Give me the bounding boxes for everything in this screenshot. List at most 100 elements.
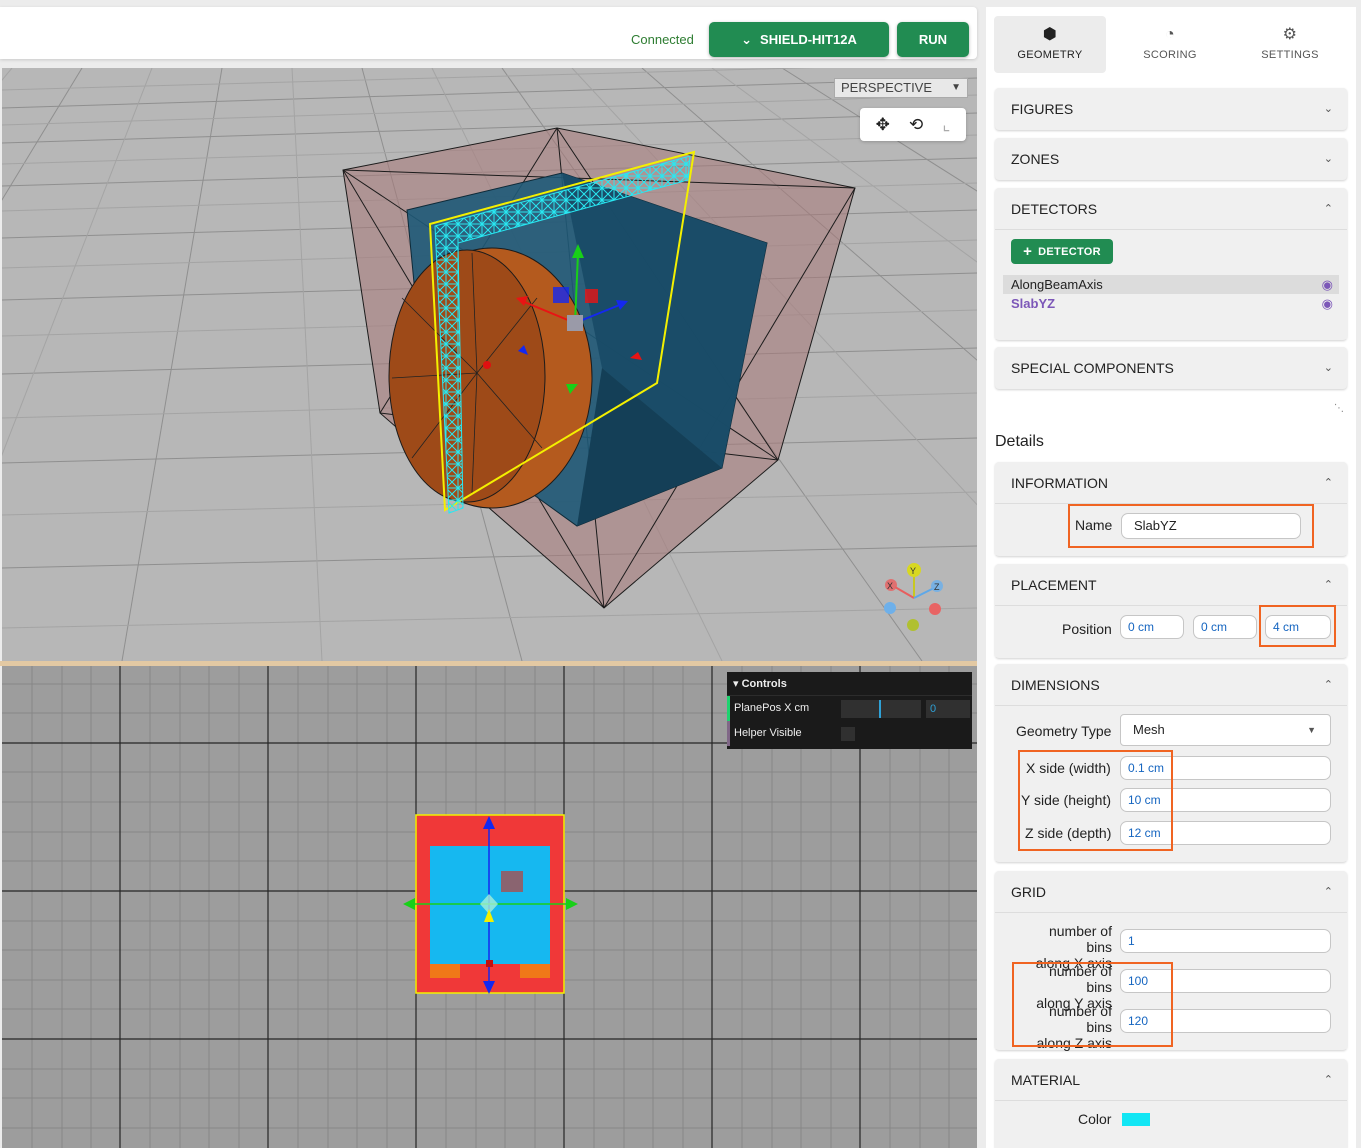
color-label: Color [1078,1111,1112,1127]
plane-pos-label: PlanePos X cm [734,702,810,714]
dimensions-header[interactable]: DIMENSIONS ⌃ [995,664,1347,706]
section-title: INFORMATION [1011,475,1108,491]
zones-section: ZONES ⌄ [995,138,1347,180]
highlight-box [1068,504,1314,548]
section-title: MATERIAL [1011,1072,1080,1088]
detectors-header[interactable]: DETECTORS ⌃ [995,188,1347,230]
chevron-down-icon: ▼ [951,82,961,93]
placement-header[interactable]: PLACEMENT ⌃ [995,564,1347,606]
section-title: SPECIAL COMPONENTS [1011,360,1174,376]
tab-label: SCORING [1143,49,1197,61]
rotate-icon[interactable]: ⟲ [909,115,923,135]
run-button[interactable]: RUN [897,22,969,57]
crop-scale-icon[interactable]: ⌞ [942,115,950,135]
chevron-down-icon: ⌄ [1323,153,1333,165]
sidebar-tabs: ⬢ GEOMETRY ◔ SCORING ⚙ SETTINGS [994,16,1348,73]
position-x-input[interactable]: 0 cm [1120,615,1184,639]
gear-icon: ⚙ [1282,26,1298,43]
figures-header[interactable]: FIGURES ⌄ [995,88,1347,130]
detectors-section: DETECTORS ⌃ + DETECTOR AlongBeamAxis ◉ S… [995,188,1347,340]
highlight-box [1018,750,1173,851]
right-sidebar: ⬢ GEOMETRY ◔ SCORING ⚙ SETTINGS FIGURES … [986,7,1356,1148]
chevron-down-icon: ⌄ [1323,362,1333,374]
controls-panel: ▾ Controls PlanePos X cm 0 Helper Visibl… [727,672,972,749]
bins-x-input[interactable]: 1 [1120,929,1331,953]
section-title: PLACEMENT [1011,577,1097,593]
material-section: MATERIAL ⌃ Color [995,1059,1347,1148]
plane-pos-input[interactable]: 0 [926,700,970,718]
camera-mode-select[interactable]: PERSPECTIVE ▼ [834,78,968,98]
eye-icon[interactable]: ◉ [1322,294,1333,313]
chevron-up-icon: ⌃ [1323,886,1333,898]
highlight-box [1012,962,1173,1047]
add-detector-button[interactable]: + DETECTOR [1011,239,1113,264]
chevron-up-icon: ⌃ [1323,477,1333,489]
details-title: Details [995,433,1044,450]
caret-down-icon: ▼ [1307,725,1316,735]
grid-header[interactable]: GRID ⌃ [995,871,1347,913]
position-label: Position [1062,621,1112,637]
move-icon[interactable]: ✥ [876,115,890,135]
information-body: Name SlabYZ [995,504,1347,555]
connection-status: Connected [631,32,694,47]
transform-toolbar: ✥ ⟲ ⌞ [860,108,966,141]
eye-icon[interactable]: ◉ [1322,275,1333,294]
detectors-body: + DETECTOR AlongBeamAxis ◉ SlabYZ ◉ [995,230,1347,339]
slider-knob[interactable] [879,700,881,718]
plus-icon: + [1023,243,1033,260]
helper-visible-label: Helper Visible [734,727,802,739]
special-components-section: SPECIAL COMPONENTS ⌄ [995,347,1347,389]
resize-handle-icon[interactable]: ⋱ [1334,403,1344,414]
controls-title: Controls [741,678,787,690]
color-swatch[interactable] [1122,1113,1150,1126]
highlight-box [1259,605,1336,647]
axis-y-label: Y [910,566,916,576]
chevron-up-icon: ⌃ [1323,679,1333,691]
geometry-type-label: Geometry Type [1016,723,1112,739]
grid-body: number of bins along X axis 1 number of … [995,913,1347,1051]
viewport-3d[interactable]: Y X Z PERSPECTIVE ▼ ✥ ⟲ ⌞ [2,68,977,661]
slab-2d-view [403,814,578,994]
detector-name: SlabYZ [1011,296,1056,311]
dimensions-body: Geometry Type Mesh ▼ X side (width) 0.1 … [995,706,1347,861]
detector-item[interactable]: AlongBeamAxis ◉ [1003,275,1339,294]
plane-pos-slider[interactable] [841,700,921,718]
detector-item[interactable]: SlabYZ ◉ [1003,294,1339,313]
helper-visible-row: Helper Visible [727,721,972,746]
helper-visible-checkbox[interactable] [841,727,855,741]
geometry-type-value: Mesh [1133,722,1165,737]
camera-mode-value: PERSPECTIVE [841,80,933,95]
information-header[interactable]: INFORMATION ⌃ [995,462,1347,504]
information-section: INFORMATION ⌃ Name SlabYZ [995,462,1347,556]
placement-body: Position 0 cm 0 cm 4 cm [995,605,1347,657]
bins-x-label-line1: number of bins [1048,923,1112,955]
material-body: Color [995,1101,1347,1148]
controls-header[interactable]: ▾ Controls [727,672,972,696]
top-bar: Connected ⌄ SHIELD-HIT12A RUN [0,7,977,59]
add-detector-label: DETECTOR [1038,245,1101,258]
geometry-type-select[interactable]: Mesh ▼ [1120,714,1331,746]
zones-header[interactable]: ZONES ⌄ [995,138,1347,180]
speedometer-icon: ◔ [1165,26,1175,43]
tab-geometry[interactable]: ⬢ GEOMETRY [994,16,1106,73]
tab-scoring[interactable]: ◔ SCORING [1114,16,1226,73]
tab-settings[interactable]: ⚙ SETTINGS [1234,16,1346,73]
section-title: GRID [1011,884,1046,900]
simulator-select-button[interactable]: ⌄ SHIELD-HIT12A [709,22,889,57]
grid-section: GRID ⌃ number of bins along X axis 1 num… [995,871,1347,1051]
section-title: FIGURES [1011,101,1074,117]
chevron-down-icon: ⌄ [1323,103,1333,115]
position-y-input[interactable]: 0 cm [1193,615,1257,639]
special-components-header[interactable]: SPECIAL COMPONENTS ⌄ [995,347,1347,389]
placement-section: PLACEMENT ⌃ Position 0 cm 0 cm 4 cm [995,564,1347,658]
chevron-up-icon: ⌃ [1323,579,1333,591]
axis-x-label: X [887,581,893,591]
chevron-down-icon: ⌄ [741,31,753,47]
chevron-down-icon: ▾ [733,678,739,690]
tab-label: GEOMETRY [1017,49,1083,61]
material-header[interactable]: MATERIAL ⌃ [995,1059,1347,1101]
cube-icon: ⬢ [1042,26,1058,43]
dimensions-section: DIMENSIONS ⌃ Geometry Type Mesh ▼ X side… [995,664,1347,862]
section-title: DIMENSIONS [1011,677,1100,693]
axis-z-label: Z [934,582,940,592]
